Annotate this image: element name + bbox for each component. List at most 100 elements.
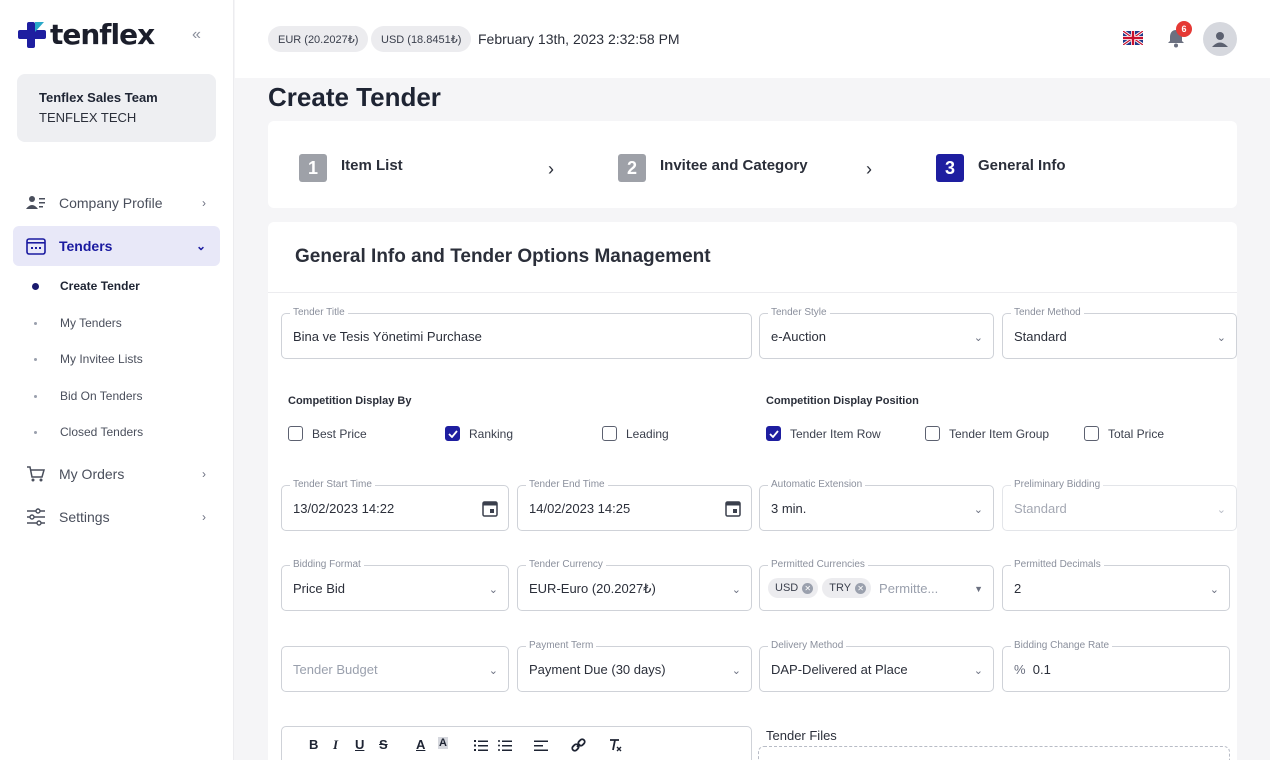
field-value: Payment Due (30 days)	[529, 662, 666, 677]
step-item-list[interactable]: 1 Item List	[299, 154, 403, 182]
tender-start-time-field[interactable]: Tender Start Time 13/02/2023 14:22	[281, 479, 509, 531]
automatic-extension-select[interactable]: Automatic Extension 3 min. ⌄	[759, 479, 994, 531]
delivery-method-select[interactable]: Delivery Method DAP-Delivered at Place ⌄	[759, 640, 994, 692]
permitted-currencies-select[interactable]: Permitted Currencies USD ✕ TRY ✕ Permitt…	[759, 559, 994, 611]
strikethrough-button[interactable]: S	[379, 737, 388, 752]
highlight-button[interactable]: A	[438, 737, 448, 749]
chevron-right-icon: ›	[202, 196, 206, 210]
checkbox-box	[288, 426, 303, 441]
chevron-right-icon: ›	[202, 467, 206, 481]
tenders-calendar-icon	[25, 237, 47, 255]
sidebar-item-settings[interactable]: Settings ›	[13, 497, 220, 537]
checkbox-label: Total Price	[1108, 426, 1165, 441]
sub-item-my-invitee-lists[interactable]: My Invitee Lists	[30, 352, 143, 366]
field-label: Tender Start Time	[290, 479, 375, 490]
step-invitee-and-category[interactable]: 2 Invitee and Category	[618, 154, 808, 182]
ordered-list-icon[interactable]	[474, 739, 488, 752]
field-value: 3 min.	[771, 501, 807, 516]
align-icon[interactable]	[534, 739, 548, 752]
bold-button[interactable]: B	[309, 737, 318, 752]
uk-flag-icon[interactable]	[1123, 31, 1143, 45]
team-card[interactable]: Tenflex Sales Team TENFLEX TECH	[17, 74, 216, 142]
logo-icon	[18, 21, 46, 48]
tender-files-label: Tender Files	[766, 728, 837, 743]
stepper: 1 Item List › 2 Invitee and Category › 3…	[268, 121, 1237, 208]
field-value: e-Auction	[771, 329, 826, 344]
field-value: 2	[1014, 581, 1022, 596]
ranking-checkbox[interactable]: Ranking	[445, 426, 513, 441]
remove-chip-icon[interactable]: ✕	[802, 582, 814, 594]
step-label: Invitee and Category	[660, 156, 808, 174]
tender-title-field[interactable]: Tender Title Bina ve Tesis Yönetimi Purc…	[281, 307, 752, 359]
sidebar-item-company-profile[interactable]: Company Profile ›	[13, 183, 220, 223]
chevron-right-icon: ›	[202, 510, 206, 524]
font-color-button[interactable]: A	[416, 737, 425, 752]
field-value: 14/02/2023 14:25	[529, 501, 631, 516]
calendar-icon[interactable]	[725, 500, 741, 517]
sub-item-my-tenders[interactable]: My Tenders	[30, 316, 122, 330]
tender-budget-select[interactable]: Tender Budget ⌄	[281, 646, 509, 692]
tender-method-select[interactable]: Tender Method Standard ⌄	[1002, 307, 1237, 359]
chevron-down-icon: ⌄	[1216, 504, 1226, 516]
bullet-dot	[34, 394, 37, 398]
currency-chip-try[interactable]: TRY ✕	[822, 578, 872, 598]
chip-label: USD	[775, 582, 799, 594]
currency-chip-usd[interactable]: USD ✕	[768, 578, 819, 598]
bullet-dot	[34, 357, 37, 361]
bidding-change-rate-field[interactable]: Bidding Change Rate % 0.1	[1002, 640, 1230, 692]
notification-badge: 6	[1176, 21, 1192, 37]
bullet-list-icon[interactable]	[498, 739, 512, 752]
sub-item-label: My Invitee Lists	[60, 352, 143, 366]
chevron-down-icon: ⌄	[973, 332, 983, 344]
sub-item-create-tender[interactable]: Create Tender	[30, 279, 140, 293]
avatar[interactable]	[1203, 22, 1237, 56]
total-price-checkbox[interactable]: Total Price	[1084, 426, 1164, 441]
settings-sliders-icon	[25, 508, 47, 526]
tender-style-select[interactable]: Tender Style e-Auction ⌄	[759, 307, 994, 359]
sub-item-label: Bid On Tenders	[60, 389, 143, 403]
tender-files-dropzone[interactable]	[758, 746, 1230, 760]
field-value: Price Bid	[293, 581, 346, 596]
chevron-down-icon: ⌄	[973, 665, 983, 677]
payment-term-select[interactable]: Payment Term Payment Due (30 days) ⌄	[517, 640, 752, 692]
clear-format-icon[interactable]	[608, 738, 622, 753]
calendar-icon[interactable]	[482, 500, 498, 517]
tender-item-row-checkbox[interactable]: Tender Item Row	[766, 426, 881, 441]
italic-button[interactable]: I	[333, 737, 338, 753]
best-price-checkbox[interactable]: Best Price	[288, 426, 367, 441]
checkbox-label: Tender Item Group	[949, 426, 1050, 441]
bidding-format-select[interactable]: Bidding Format Price Bid ⌄	[281, 559, 509, 611]
field-value: Bina ve Tesis Yönetimi Purchase	[293, 329, 482, 344]
sidebar-item-tenders[interactable]: Tenders ⌄	[13, 226, 220, 266]
tender-item-group-checkbox[interactable]: Tender Item Group	[925, 426, 1049, 441]
sub-item-bid-on-tenders[interactable]: Bid On Tenders	[30, 389, 143, 403]
field-value: DAP-Delivered at Place	[771, 662, 908, 677]
remove-chip-icon[interactable]: ✕	[855, 582, 867, 594]
checkbox-box	[925, 426, 940, 441]
field-label: Automatic Extension	[768, 479, 866, 490]
tender-end-time-field[interactable]: Tender End Time 14/02/2023 14:25	[517, 479, 752, 531]
underline-button[interactable]: U	[355, 737, 364, 752]
collapse-sidebar-icon[interactable]: «	[192, 26, 201, 44]
permitted-currencies-placeholder: Permitte...	[879, 580, 939, 596]
tender-currency-select[interactable]: Tender Currency EUR-Euro (20.2027₺) ⌄	[517, 559, 752, 611]
logo[interactable]: tenflex	[18, 18, 155, 51]
field-value: Standard	[1014, 501, 1067, 516]
step-general-info[interactable]: 3 General Info	[936, 154, 1066, 182]
step-label: General Info	[978, 156, 1066, 174]
field-label: Tender Currency	[526, 559, 606, 570]
sidebar-item-label: Company Profile	[59, 195, 163, 211]
sub-item-closed-tenders[interactable]: Closed Tenders	[30, 425, 143, 439]
leading-checkbox[interactable]: Leading	[602, 426, 669, 441]
bullet-dot	[34, 430, 37, 434]
field-label: Tender Style	[768, 307, 830, 318]
step-number: 1	[299, 154, 327, 182]
checkbox-box	[1084, 426, 1099, 441]
link-icon[interactable]	[571, 738, 586, 753]
permitted-decimals-select[interactable]: Permitted Decimals 2 ⌄	[1002, 559, 1230, 611]
field-label: Permitted Decimals	[1011, 559, 1104, 570]
sidebar-item-my-orders[interactable]: My Orders ›	[13, 454, 220, 494]
field-label: Tender Method	[1011, 307, 1084, 318]
checkbox-label: Tender Item Row	[790, 426, 881, 441]
description-editor[interactable]: B I U S A A	[281, 726, 752, 760]
